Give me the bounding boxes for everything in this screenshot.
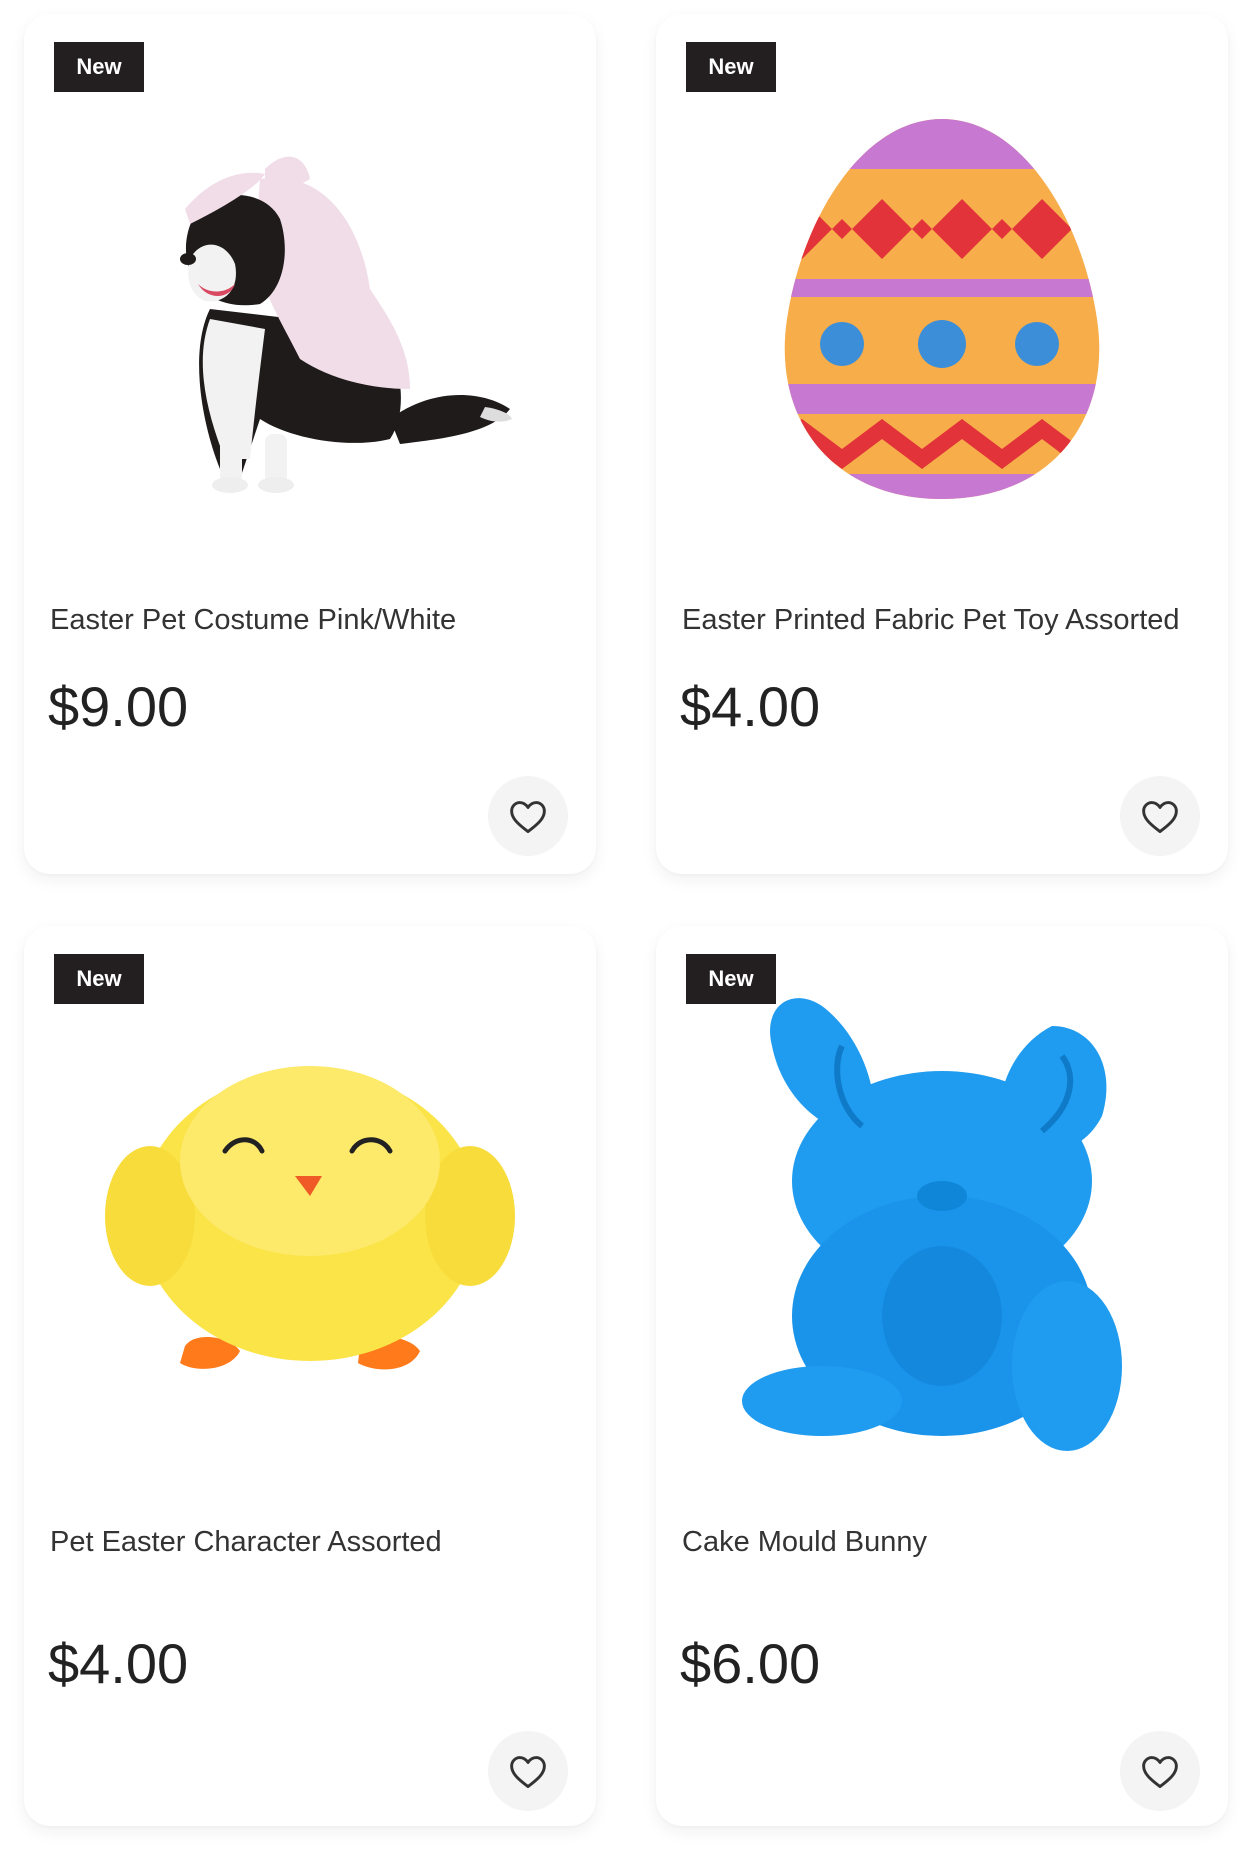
product-price: $4.00 (48, 1632, 189, 1695)
product-card[interactable]: New (656, 14, 1228, 874)
add-to-wishlist-button[interactable] (488, 776, 568, 856)
product-card[interactable]: New Pet Easter Character Assorted $4.00 (24, 926, 596, 1826)
product-grid: New Easter Pet Costume Pink/White $9.00 … (24, 14, 1228, 1826)
product-name[interactable]: Easter Printed Fabric Pet Toy Assorted (682, 604, 1208, 637)
new-badge: New (54, 954, 144, 1004)
product-image[interactable] (656, 966, 1228, 1466)
product-name[interactable]: Cake Mould Bunny (682, 1526, 1208, 1559)
bunny-mould-image (742, 998, 1122, 1451)
dog-costume-image (180, 156, 512, 493)
product-image[interactable] (656, 74, 1228, 544)
heart-outline-icon (1142, 1756, 1178, 1789)
heart-outline-icon (1142, 801, 1178, 834)
add-to-wishlist-button[interactable] (488, 1731, 568, 1811)
product-price: $9.00 (48, 675, 189, 738)
product-image[interactable] (24, 986, 596, 1456)
product-card[interactable]: New (24, 14, 596, 874)
product-card[interactable]: New Cake Mould Bunny $6.00 (656, 926, 1228, 1826)
new-badge: New (686, 42, 776, 92)
product-name[interactable]: Easter Pet Costume Pink/White (50, 604, 576, 637)
product-name[interactable]: Pet Easter Character Assorted (50, 1526, 576, 1559)
add-to-wishlist-button[interactable] (1120, 1731, 1200, 1811)
product-image[interactable] (24, 74, 596, 544)
new-badge: New (686, 954, 776, 1004)
product-price: $4.00 (680, 675, 821, 738)
heart-outline-icon (510, 1756, 546, 1789)
product-price: $6.00 (680, 1632, 821, 1695)
add-to-wishlist-button[interactable] (1120, 776, 1200, 856)
chick-plush-image (105, 1066, 515, 1370)
easter-egg-image (784, 119, 1100, 499)
heart-outline-icon (510, 801, 546, 834)
new-badge: New (54, 42, 144, 92)
